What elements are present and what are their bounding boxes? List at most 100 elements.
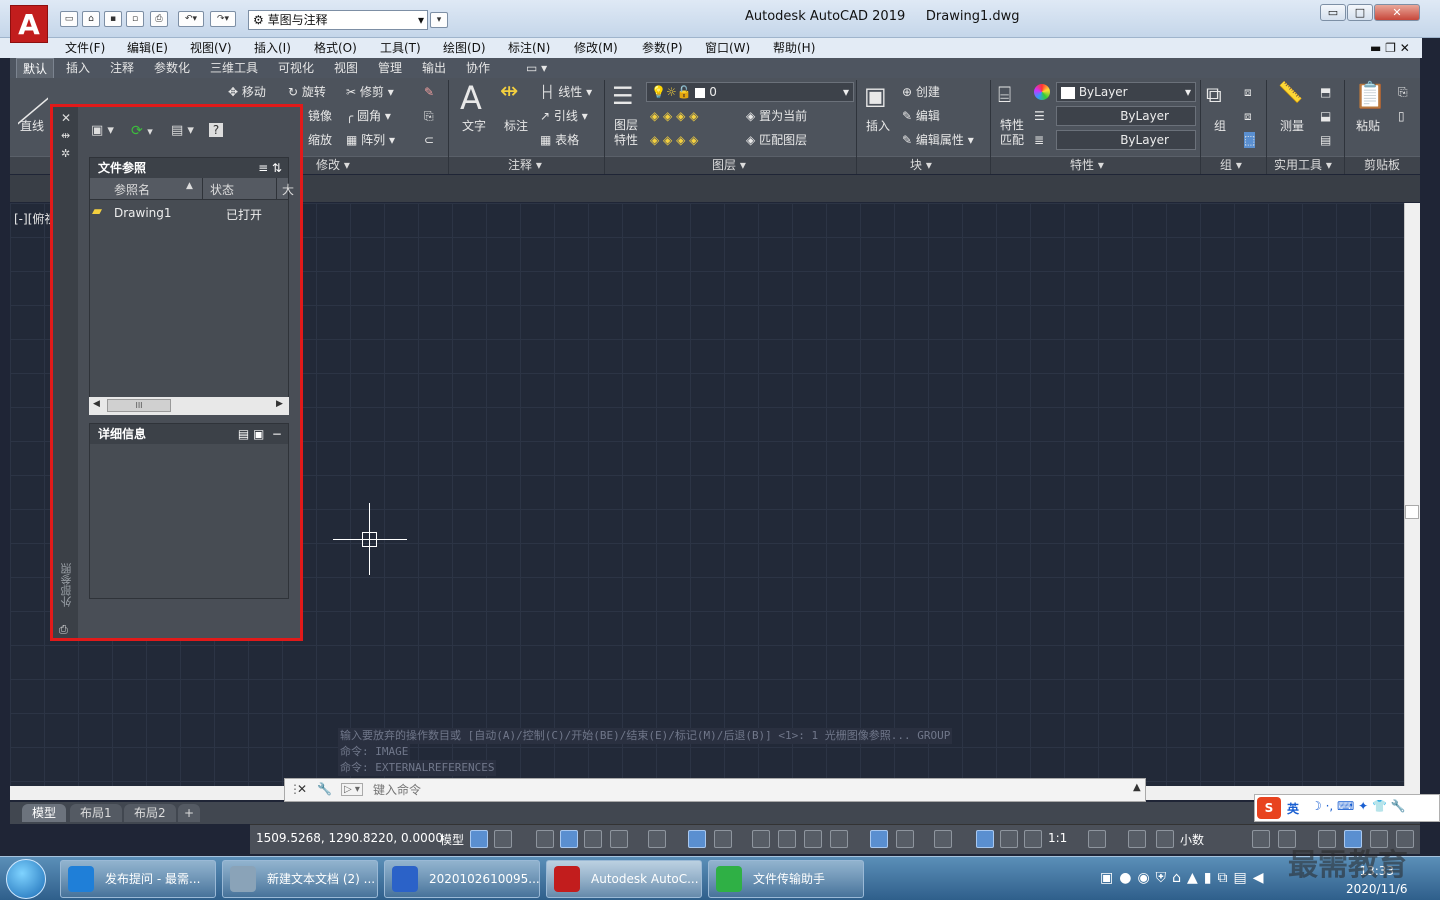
details-view-icons[interactable]: ▤ ▣ − <box>238 424 288 444</box>
menu-edit[interactable]: 编辑(E) <box>127 38 168 58</box>
copy-icon[interactable]: ⎘ <box>424 108 434 124</box>
annotation-visibility-icon[interactable] <box>976 830 994 848</box>
groups-panel-title[interactable]: 组 ▾ <box>1220 156 1242 174</box>
dynamic-ucs-icon[interactable] <box>870 830 888 848</box>
ungroup-icon[interactable]: ⧈ <box>1244 84 1252 100</box>
modify-panel-title[interactable]: 修改 ▾ <box>316 156 350 174</box>
tab-manage[interactable]: 管理 <box>372 58 408 78</box>
annotation-scale-icon[interactable] <box>1024 830 1042 848</box>
color-select[interactable]: ByLayer ▾ <box>1056 82 1196 102</box>
transparency-icon[interactable] <box>778 830 796 848</box>
3d-osnap-icon[interactable] <box>830 830 848 848</box>
menu-draw[interactable]: 绘图(D) <box>443 38 486 58</box>
plot-icon[interactable]: ⎙ <box>150 11 168 27</box>
menu-window[interactable]: 窗口(W) <box>705 38 750 58</box>
attach-dwg-icon[interactable]: ▣ ▾ <box>91 123 114 138</box>
selection-filter-icon[interactable] <box>896 830 914 848</box>
array-button[interactable]: ▦ 阵列 ▾ <box>346 132 395 148</box>
paste-button[interactable]: 粘贴 <box>1356 118 1380 134</box>
tab-parametric[interactable]: 参数化 <box>148 58 196 78</box>
menu-help[interactable]: 帮助(H) <box>773 38 815 58</box>
edit-attributes-button[interactable]: ✎ 编辑属性 ▾ <box>902 132 974 148</box>
tab-layout1[interactable]: 布局1 <box>70 804 122 822</box>
menu-view[interactable]: 视图(V) <box>190 38 232 58</box>
match-properties-button[interactable]: 特性 匹配 <box>1000 118 1024 148</box>
help-icon[interactable]: ? <box>209 123 223 137</box>
group-selection-icon[interactable]: ⬚ <box>1244 132 1256 148</box>
isodraft-icon[interactable] <box>648 830 666 848</box>
dimension-button[interactable]: 标注 <box>504 118 528 134</box>
history-up-icon[interactable]: ▲ <box>1133 782 1141 793</box>
open-file-icon[interactable]: ⌂ <box>82 11 100 27</box>
palette-properties-icon[interactable]: ⎙ <box>59 623 68 637</box>
application-menu-button[interactable]: A <box>10 5 48 43</box>
tab-visualize[interactable]: 可视化 <box>272 58 320 78</box>
redo-icon[interactable]: ↷▾ <box>210 11 236 27</box>
offset-icon[interactable]: ⊂ <box>424 132 434 148</box>
customize-qat-icon[interactable]: ▾ <box>430 12 448 28</box>
minimize-button[interactable]: ▭ <box>1320 4 1346 21</box>
settings-icon[interactable]: ✲ <box>61 147 70 160</box>
auto-scale-icon[interactable] <box>1000 830 1018 848</box>
tab-insert[interactable]: 插入 <box>60 58 96 78</box>
utilities-panel-title[interactable]: 实用工具 ▾ <box>1274 156 1332 174</box>
close-button[interactable]: ✕ <box>1374 4 1420 21</box>
coordinates-readout[interactable]: 1509.5268, 1290.8220, 0.0000 <box>256 831 443 845</box>
units-icon[interactable] <box>1156 830 1174 848</box>
ortho-icon[interactable] <box>584 830 602 848</box>
menu-insert[interactable]: 插入(I) <box>254 38 291 58</box>
vertical-scrollbar[interactable] <box>1404 203 1420 786</box>
workspace-gear-icon[interactable] <box>1088 830 1106 848</box>
object-snap-tracking-icon[interactable] <box>688 830 706 848</box>
layer-tools-row1[interactable]: ◈ ◈ ◈ ◈ <box>650 108 698 124</box>
block-panel-title[interactable]: 块 ▾ <box>910 156 932 174</box>
measure-button[interactable]: 测量 <box>1280 118 1304 134</box>
ime-language-toggle[interactable]: 英 <box>1287 800 1299 817</box>
linear-button[interactable]: ├┤ 线性 ▾ <box>540 84 592 100</box>
scroll-thumb[interactable]: III <box>107 399 171 412</box>
tab-layout2[interactable]: 布局2 <box>124 804 176 822</box>
line-button[interactable]: 直线 <box>20 118 44 134</box>
match-layer-button[interactable]: ◈ 匹配图层 <box>746 132 807 148</box>
model-space-button[interactable]: 模型 <box>440 831 464 848</box>
tab-view[interactable]: 视图 <box>328 58 364 78</box>
ribbon-options-icon[interactable]: ▭ ▾ <box>520 58 553 78</box>
view-mode-icon[interactable]: ≡ ⇅ <box>258 158 288 178</box>
command-prompt-icon[interactable]: ▷ ▾ <box>341 783 363 796</box>
infer-constraints-icon[interactable] <box>536 830 554 848</box>
doc-window-controls[interactable]: ▬ ❐ ✕ <box>1370 38 1410 58</box>
make-current-button[interactable]: ◈ 置为当前 <box>746 108 807 124</box>
menu-parametric[interactable]: 参数(P) <box>642 38 683 58</box>
rotate-button[interactable]: ↻ 旋转 <box>288 84 326 100</box>
new-file-icon[interactable]: ▭ <box>60 11 78 27</box>
column-size[interactable]: 大 <box>282 181 294 198</box>
insert-block-button[interactable]: 插入 <box>866 118 890 134</box>
vertical-scroll-thumb[interactable] <box>1405 505 1419 519</box>
list-horizontal-scrollbar[interactable]: ◀ III ▶ <box>89 397 289 415</box>
tab-collaborate[interactable]: 协作 <box>460 58 496 78</box>
table-button[interactable]: ▦ 表格 <box>540 132 579 148</box>
calculator-icon[interactable]: ▤ <box>1320 132 1331 148</box>
layers-panel-title[interactable]: 图层 ▾ <box>712 156 746 174</box>
tab-model[interactable]: 模型 <box>22 804 67 822</box>
annotation-panel-title[interactable]: 注释 ▾ <box>508 156 542 174</box>
clipboard-panel-title[interactable]: 剪贴板 <box>1364 156 1400 174</box>
undo-icon[interactable]: ↶▾ <box>178 11 204 27</box>
table-row[interactable]: ▰ Drawing1 已打开 <box>90 204 288 224</box>
sogou-logo-icon[interactable]: S <box>1257 797 1281 819</box>
lineweight-toggle-icon[interactable] <box>752 830 770 848</box>
tab-default[interactable]: 默认 <box>16 58 55 78</box>
create-block-button[interactable]: ⊕ 创建 <box>902 84 940 100</box>
snap-icon[interactable] <box>494 830 512 848</box>
layer-tools-row2[interactable]: ◈ ◈ ◈ ◈ <box>650 132 698 148</box>
save-as-icon[interactable]: ▫ <box>126 11 144 27</box>
lineweight-select[interactable]: ByLayer <box>1056 130 1196 150</box>
workspace-select[interactable]: ⚙ 草图与注释 ▾ <box>248 10 428 30</box>
group-button[interactable]: 组 <box>1214 118 1226 134</box>
system-tray-icons[interactable]: ▣●◉⛨⌂▲▮⧉▤◀ <box>1100 870 1270 886</box>
units-value[interactable]: 小数 <box>1180 831 1204 848</box>
grid-icon[interactable] <box>470 830 488 848</box>
selection-cycling-icon[interactable] <box>804 830 822 848</box>
group-edit-icon[interactable]: ⧈ <box>1244 108 1252 124</box>
column-status[interactable]: 状态 <box>210 181 234 198</box>
